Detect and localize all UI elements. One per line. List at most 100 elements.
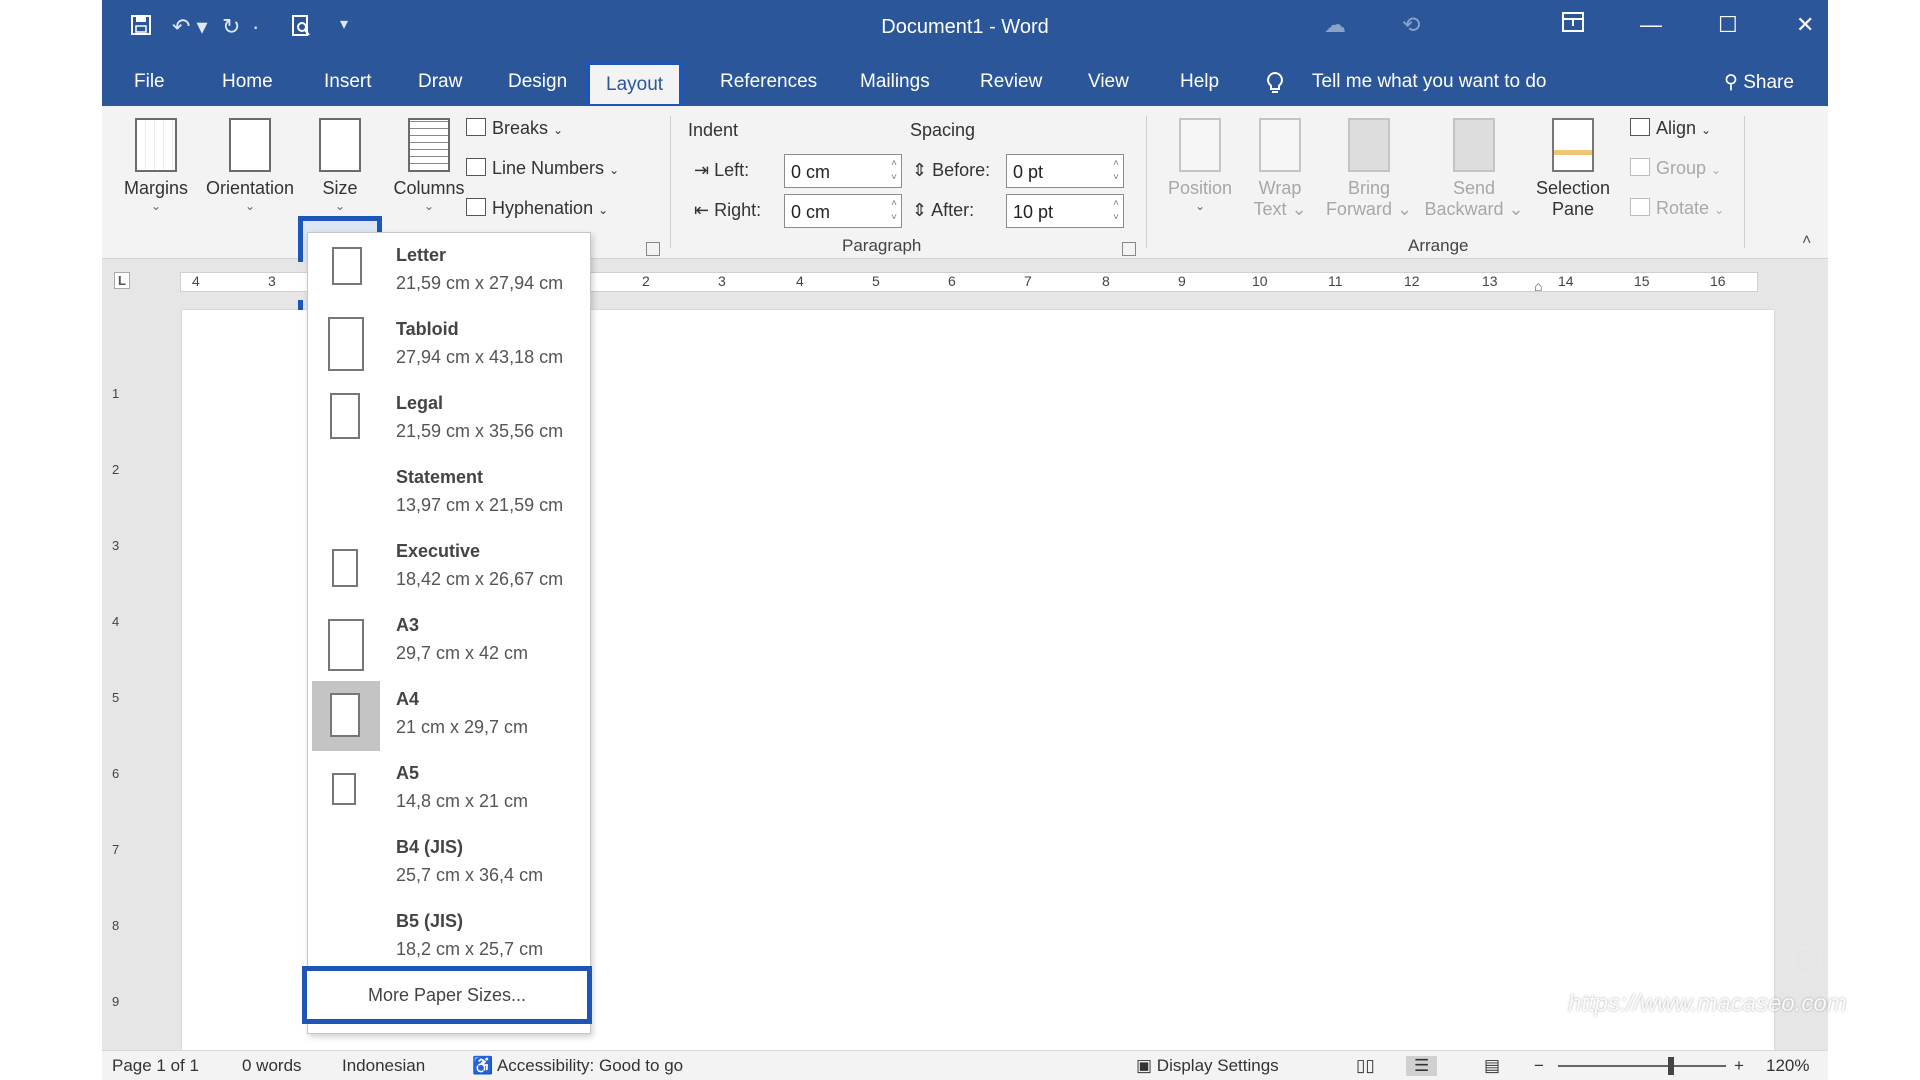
accessibility-status[interactable]: ♿ Accessibility: Good to go (472, 1056, 683, 1076)
minimize-button[interactable]: — (1640, 12, 1662, 38)
tab-view[interactable]: View (1088, 71, 1129, 93)
paper-size-item-a5[interactable]: A5 14,8 cm x 21 cm (308, 753, 590, 827)
paper-size-name: A4 (396, 689, 420, 709)
tab-references[interactable]: References (720, 71, 817, 93)
ribbon-tabs: File Home Insert Draw Design Layout Refe… (102, 58, 1828, 108)
ribbon-display-options-icon[interactable] (1562, 12, 1584, 38)
paper-size-item-b5-jis[interactable]: B5 (JIS) 18,2 cm x 25,7 cm (308, 901, 590, 975)
indent-right-input[interactable]: 0 cm ˄ ˅ (784, 194, 902, 228)
title-bar: ↶ ▾ ↻ · ▾ Document1 - Word ☁ ⟲ — ☐ ✕ (102, 0, 1828, 58)
lightbulb-icon[interactable] (1266, 71, 1284, 101)
indent-marker-icon[interactable]: ⌂ (1534, 278, 1542, 294)
orientation-button[interactable]: Orientation ⌄ (200, 118, 300, 213)
ruler-tick: 12 (1404, 273, 1420, 289)
spinner-icon[interactable]: ˄ ˅ (891, 157, 897, 185)
paper-size-item-b4-jis[interactable]: B4 (JIS) 25,7 cm x 36,4 cm (308, 827, 590, 901)
bring-forward-label-1: Bring (1347, 178, 1391, 198)
paper-size-item-statement[interactable]: Statement 13,97 cm x 21,59 cm (308, 457, 590, 531)
read-mode-icon[interactable]: ▯▯ (1356, 1056, 1375, 1076)
maximize-button[interactable]: ☐ (1718, 12, 1738, 38)
tab-design[interactable]: Design (508, 71, 567, 93)
spinner-icon[interactable]: ˄ ˅ (891, 197, 897, 225)
breaks-icon (466, 118, 486, 136)
tab-insert[interactable]: Insert (324, 71, 372, 93)
wrap-text-button[interactable]: Wrap Text ⌄ (1248, 118, 1312, 220)
web-layout-icon[interactable]: ▤ (1484, 1056, 1500, 1076)
chevron-down-icon: ⌄ (1194, 199, 1206, 213)
rotate-button[interactable]: Rotate ⌄ (1630, 198, 1724, 219)
display-settings-button[interactable]: ▣ Display Settings (1136, 1056, 1279, 1076)
spacing-before-icon: ⇕ (912, 160, 928, 180)
zoom-in-button[interactable]: + (1734, 1056, 1744, 1076)
hyphenation-button[interactable]: Hyphenation ⌄ (466, 198, 608, 219)
tell-me-search[interactable]: Tell me what you want to do (1312, 71, 1546, 93)
word-count[interactable]: 0 words (242, 1056, 302, 1076)
paper-size-name: B5 (JIS) (396, 911, 464, 931)
tab-selector[interactable]: L (114, 272, 130, 289)
paragraph-launcher-icon[interactable] (1122, 242, 1136, 256)
close-button[interactable]: ✕ (1796, 12, 1814, 38)
more-paper-sizes-button[interactable]: More Paper Sizes... (302, 966, 592, 1024)
ruler-tick: 9 (1178, 273, 1186, 289)
line-numbers-icon (466, 158, 486, 176)
tab-file[interactable]: File (134, 71, 165, 93)
chevron-down-icon: ⌄ (598, 203, 609, 217)
tab-help[interactable]: Help (1180, 71, 1219, 93)
tab-home[interactable]: Home (222, 71, 273, 93)
ruler-tick: 14 (1558, 273, 1574, 289)
ruler-tick: 6 (948, 273, 956, 289)
paper-size-dims: 21,59 cm x 27,94 cm (396, 273, 564, 293)
send-backward-button[interactable]: Send Backward ⌄ (1422, 118, 1526, 220)
zoom-level[interactable]: 120% (1766, 1056, 1809, 1076)
spinner-icon[interactable]: ˄ ˅ (1113, 157, 1119, 185)
selection-pane-button[interactable]: Selection Pane (1530, 118, 1616, 220)
print-layout-icon[interactable]: ☰ (1406, 1056, 1438, 1076)
chevron-down-icon: ⌄ (244, 199, 256, 213)
page-count[interactable]: Page 1 of 1 (112, 1056, 199, 1076)
spinner-icon[interactable]: ˄ ˅ (1113, 197, 1119, 225)
indent-left-input[interactable]: 0 cm ˄ ˅ (784, 154, 902, 188)
ruler-tick: 7 (1024, 273, 1032, 289)
line-numbers-button[interactable]: Line Numbers ⌄ (466, 158, 619, 179)
columns-button[interactable]: Columns ⌄ (386, 118, 472, 213)
align-button[interactable]: Align ⌄ (1630, 118, 1711, 139)
margins-icon (135, 118, 177, 172)
language[interactable]: Indonesian (342, 1056, 425, 1076)
tab-draw[interactable]: Draw (418, 71, 462, 93)
ruler-tick: 13 (1482, 273, 1498, 289)
paper-size-item-executive[interactable]: Executive 18,42 cm x 26,67 cm (308, 531, 590, 605)
paper-size-item-letter[interactable]: Letter 21,59 cm x 27,94 cm (308, 235, 590, 309)
paper-size-item-a4-selected[interactable]: A4 21 cm x 29,7 cm (308, 679, 590, 753)
spacing-title: Spacing (910, 120, 976, 140)
paper-size-item-tabloid[interactable]: Tabloid 27,94 cm x 43,18 cm (308, 309, 590, 383)
share-button[interactable]: ⚲ Share (1724, 71, 1794, 94)
tab-layout[interactable]: Layout (585, 61, 684, 108)
zoom-slider-knob[interactable] (1668, 1057, 1675, 1075)
position-button[interactable]: Position ⌄ (1160, 118, 1240, 213)
tab-mailings[interactable]: Mailings (860, 71, 930, 93)
group-button[interactable]: Group ⌄ (1630, 158, 1721, 179)
chevron-down-icon: ⌄ (334, 199, 346, 213)
collapse-ribbon-icon[interactable]: ˄ (1802, 232, 1811, 250)
chevron-down-icon: ⌄ (553, 123, 564, 137)
spacing-after-input[interactable]: 10 pt ˄ ˅ (1006, 194, 1124, 228)
margins-button[interactable]: Margins ⌄ (118, 118, 194, 213)
spacing-before-input[interactable]: 0 pt ˄ ˅ (1006, 154, 1124, 188)
tab-review[interactable]: Review (980, 71, 1042, 93)
page-size-icon (332, 549, 358, 587)
status-bar: Page 1 of 1 0 words Indonesian ♿ Accessi… (102, 1050, 1828, 1080)
paper-size-item-a3[interactable]: A3 29,7 cm x 42 cm (308, 605, 590, 679)
zoom-out-button[interactable]: − (1534, 1056, 1544, 1076)
size-button[interactable]: Size ⌄ (300, 118, 380, 213)
page-setup-launcher-icon[interactable] (646, 242, 660, 256)
rotate-label: Rotate (1656, 198, 1710, 218)
breaks-button[interactable]: Breaks ⌄ (466, 118, 563, 139)
send-backward-label-1: Send (1452, 178, 1496, 198)
spacing-after-value: 10 pt (1013, 202, 1054, 222)
vertical-ruler[interactable]: 1 2 3 4 5 6 7 8 9 (102, 310, 144, 1050)
selection-pane-label-2: Pane (1551, 199, 1595, 219)
paper-size-name: B4 (JIS) (396, 837, 464, 857)
zoom-slider[interactable] (1558, 1065, 1726, 1067)
bring-forward-button[interactable]: Bring Forward ⌄ (1324, 118, 1414, 220)
paper-size-item-legal[interactable]: Legal 21,59 cm x 35,56 cm (308, 383, 590, 457)
